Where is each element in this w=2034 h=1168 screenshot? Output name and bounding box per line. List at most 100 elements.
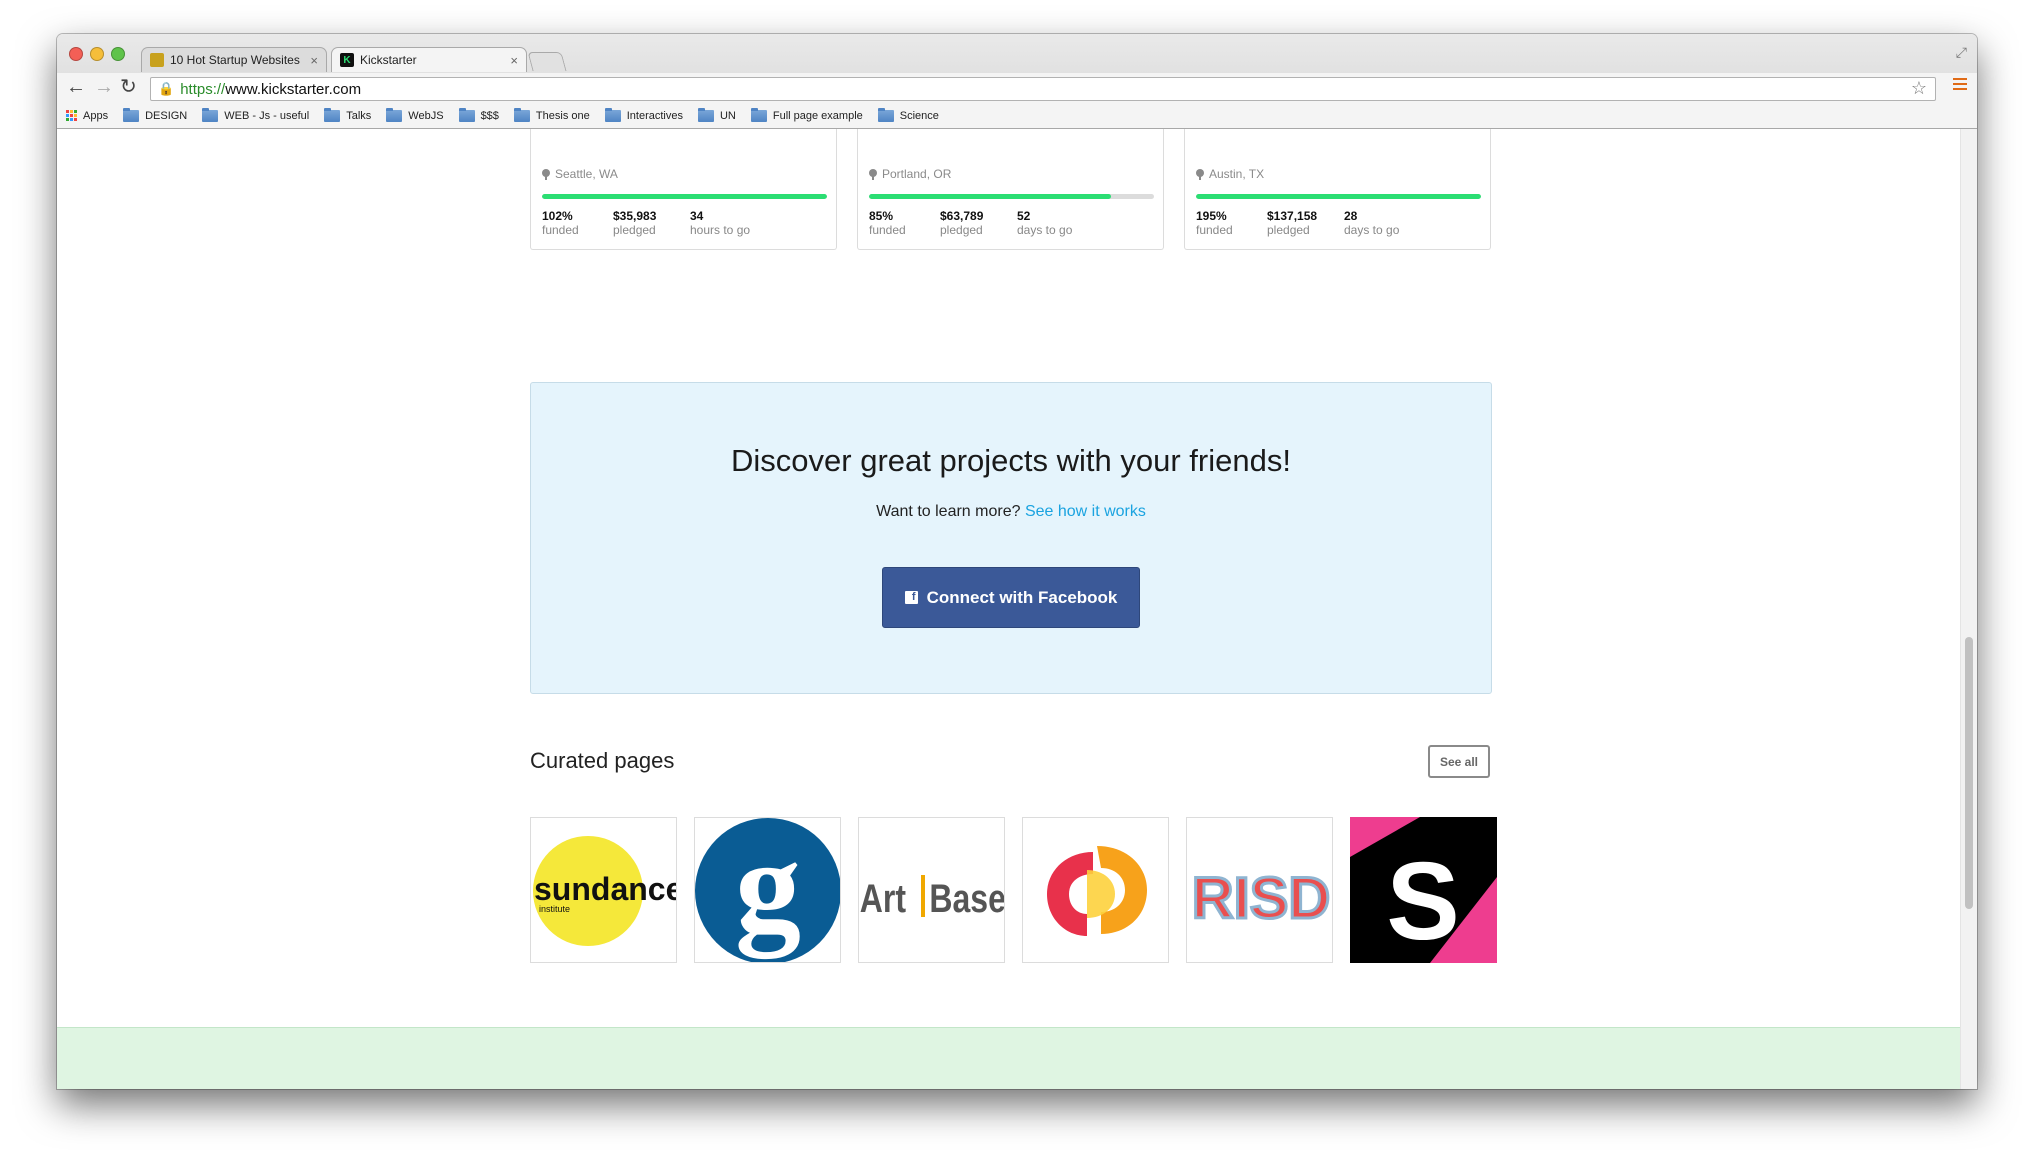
browser-chrome: 10 Hot Startup Websites | × K Kickstarte… xyxy=(57,34,1977,129)
back-icon[interactable]: ← xyxy=(66,76,86,98)
see-how-it-works-link[interactable]: See how it works xyxy=(1025,503,1146,520)
bookmark-label: Talks xyxy=(346,109,372,122)
s-letter: S xyxy=(1386,840,1459,963)
curated-pages-title: Curated pages xyxy=(530,748,675,773)
tab-kickstarter[interactable]: K Kickstarter × xyxy=(331,47,527,72)
tab-startup-websites[interactable]: 10 Hot Startup Websites | × xyxy=(141,47,327,72)
bookmark-folder-webjs[interactable]: WebJS xyxy=(386,107,444,122)
risd-logo: RISD xyxy=(1190,865,1332,933)
bookmark-folder-web-js[interactable]: WEB - Js - useful xyxy=(202,107,310,122)
zoom-window-button[interactable] xyxy=(111,47,125,61)
time-stat: 52 days to go xyxy=(1017,209,1072,237)
pledged-value: $137,158 xyxy=(1267,209,1318,223)
friends-heading: Discover great projects with your friend… xyxy=(731,443,1291,478)
kickstarter-favicon-icon: K xyxy=(340,53,354,67)
time-stat: 34 hours to go xyxy=(690,209,750,237)
sundance-logo: sundance institute xyxy=(533,836,676,946)
friends-promo: Discover great projects with your friend… xyxy=(530,382,1492,694)
connect-facebook-button[interactable]: f Connect with Facebook xyxy=(882,567,1140,628)
tab-title: Kickstarter xyxy=(360,53,417,67)
forward-icon[interactable]: → xyxy=(94,76,114,98)
funding-progress-bar xyxy=(542,194,827,199)
folder-icon xyxy=(458,107,475,122)
location-text: Seattle, WA xyxy=(555,167,618,181)
bookmark-folder-science[interactable]: Science xyxy=(877,107,939,122)
see-all-button[interactable]: See all xyxy=(1428,745,1490,778)
bookmark-folder-thesis[interactable]: Thesis one xyxy=(513,107,590,122)
reload-icon[interactable]: ↻ xyxy=(120,76,137,98)
guardian-letter: g xyxy=(735,818,801,959)
tab-title: 10 Hot Startup Websites | xyxy=(170,53,305,67)
funding-progress-fill xyxy=(542,194,827,199)
bookmark-folder-interactives[interactable]: Interactives xyxy=(604,107,683,122)
close-tab-icon[interactable]: × xyxy=(510,53,518,68)
pledged-stat: $63,789 pledged xyxy=(940,209,983,237)
funded-value: 85% xyxy=(869,209,894,223)
close-tab-icon[interactable]: × xyxy=(310,53,318,68)
bookmark-label: $$$ xyxy=(480,109,499,122)
bookmarks-bar: Apps DESIGN WEB - Js - useful Talks WebJ… xyxy=(57,103,1977,128)
location-text: Austin, TX xyxy=(1209,167,1265,181)
art-basel-divider xyxy=(921,875,925,917)
funded-value: 102% xyxy=(542,209,573,223)
funding-progress-bar xyxy=(1196,194,1481,199)
bookmark-star-icon[interactable]: ☆ xyxy=(1911,78,1927,99)
funding-progress-bar xyxy=(869,194,1154,199)
pledged-value: $63,789 xyxy=(940,209,984,223)
scrollbar-thumb[interactable] xyxy=(1965,637,1973,909)
curated-art-basel-tile[interactable]: Art Basel xyxy=(858,817,1005,963)
folder-icon xyxy=(324,107,341,122)
bookmark-apps[interactable]: Apps xyxy=(66,110,108,122)
curated-sundance-tile[interactable]: sundance institute xyxy=(530,817,677,963)
funded-label: funded xyxy=(542,223,579,237)
bookmark-label: WEB - Js - useful xyxy=(224,109,310,122)
funding-progress-fill xyxy=(869,194,1112,199)
vertical-scrollbar[interactable] xyxy=(1960,129,1977,1089)
address-bar[interactable]: 🔒 https://www.kickstarter.com ☆ xyxy=(150,77,1936,101)
bookmark-folder-un[interactable]: UN xyxy=(697,107,736,122)
project-location: Austin, TX xyxy=(1196,167,1264,181)
time-value: 28 xyxy=(1344,209,1358,223)
location-pin-icon xyxy=(542,168,550,180)
bookmark-folder-talks[interactable]: Talks xyxy=(324,107,372,122)
sundance-subtext: institute xyxy=(539,904,570,914)
bookmark-folder-full-page[interactable]: Full page example xyxy=(750,107,863,122)
curated-s-tile[interactable]: S xyxy=(1350,817,1497,963)
new-tab-button[interactable] xyxy=(527,52,567,71)
pledged-label: pledged xyxy=(940,223,983,237)
folder-icon xyxy=(202,107,219,122)
pledged-label: pledged xyxy=(1267,223,1310,237)
funded-value: 195% xyxy=(1196,209,1227,223)
time-label: hours to go xyxy=(690,223,751,237)
curated-orange-tile[interactable] xyxy=(1022,817,1169,963)
window-controls xyxy=(69,47,125,61)
footer-strip xyxy=(57,1027,1960,1089)
funded-label: funded xyxy=(869,223,906,237)
project-card[interactable]: Seattle, WA 102% funded $35,983 pledged 34… xyxy=(530,129,837,250)
browser-menu-icon[interactable] xyxy=(1953,76,1967,92)
bookmark-folder-money[interactable]: $$$ xyxy=(458,107,499,122)
lock-icon: 🔒 xyxy=(158,81,175,96)
bookmark-label: Science xyxy=(899,109,939,122)
folder-icon xyxy=(386,107,403,122)
s-logo: S xyxy=(1350,817,1497,963)
project-card[interactable]: Austin, TX 195% funded $137,158 pledged 28… xyxy=(1184,129,1491,250)
learn-more-text: Want to learn more? See how it works xyxy=(531,503,1491,521)
facebook-icon: f xyxy=(904,591,918,604)
location-pin-icon xyxy=(869,168,877,180)
time-value: 34 xyxy=(690,209,704,223)
folder-icon xyxy=(697,107,714,122)
project-card[interactable]: Portland, OR 85% funded $63,789 pledged 52… xyxy=(857,129,1164,250)
bookmark-folder-design[interactable]: DESIGN xyxy=(123,107,187,122)
minimize-window-button[interactable] xyxy=(90,47,104,61)
url-protocol: https:// xyxy=(180,80,226,98)
bookmark-label: Interactives xyxy=(626,109,683,122)
fullscreen-icon[interactable]: ⤢ xyxy=(1956,44,1967,61)
curated-risd-tile[interactable]: RISD xyxy=(1186,817,1333,963)
bookmark-label: UN xyxy=(719,109,736,122)
curated-guardian-tile[interactable]: g xyxy=(694,817,841,963)
guardian-logo: g xyxy=(695,818,840,962)
close-window-button[interactable] xyxy=(69,47,83,61)
orange-swirl-logo xyxy=(1047,846,1147,936)
folder-icon xyxy=(604,107,621,122)
